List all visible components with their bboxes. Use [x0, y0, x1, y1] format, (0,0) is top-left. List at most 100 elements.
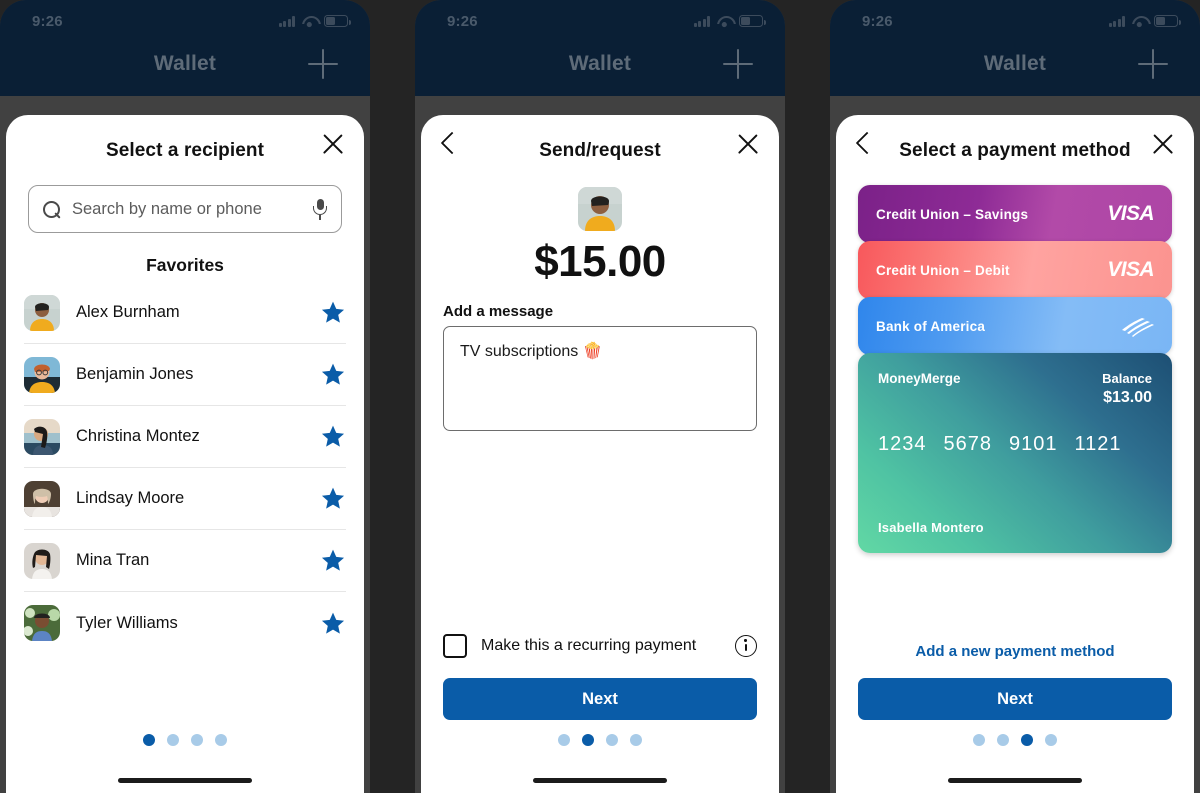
list-item-label: Mina Tran [76, 551, 150, 569]
payment-card-moneymerge-selected[interactable]: MoneyMerge Balance $13.00 1234 5678 9101… [858, 353, 1172, 553]
visa-logo: VISA [1107, 258, 1154, 281]
list-item[interactable]: Mina Tran [24, 530, 346, 592]
favorite-star-icon[interactable] [320, 362, 346, 387]
close-icon[interactable] [320, 131, 346, 157]
avatar [24, 480, 60, 517]
pager-dot[interactable] [167, 734, 179, 746]
status-bar-1: 9:26 Wallet [0, 0, 370, 96]
card-number-group: 1234 [878, 433, 927, 455]
list-item[interactable]: Tyler Williams [24, 592, 346, 654]
status-time: 9:26 [447, 12, 478, 30]
plus-icon[interactable] [723, 49, 753, 79]
card-brand-name: MoneyMerge [878, 371, 961, 386]
home-indicator [948, 778, 1082, 783]
plus-icon[interactable] [1138, 49, 1168, 79]
pager-dot[interactable] [558, 734, 570, 746]
cellular-bars-icon [278, 15, 295, 27]
avatar [24, 605, 60, 641]
app-title: Wallet [568, 52, 632, 75]
sheet-header-3: Select a payment method [836, 115, 1194, 173]
pager-dot[interactable] [997, 734, 1009, 746]
avatar [24, 418, 60, 455]
sheet-footer-3: Add a new payment method Next [836, 621, 1194, 793]
battery-icon [324, 15, 351, 27]
status-bar-3: 9:26 Wallet [830, 0, 1200, 96]
app-navbar-1: Wallet [22, 38, 348, 90]
status-icons [1108, 15, 1181, 27]
avatar [24, 542, 60, 579]
close-icon[interactable] [735, 131, 761, 157]
app-title: Wallet [153, 52, 217, 75]
page-title: Select a recipient [105, 140, 265, 161]
wifi-icon [717, 16, 732, 27]
search-input[interactable]: Search by name or phone [28, 185, 342, 233]
status-bar-2: 9:26 Wallet [415, 0, 785, 96]
microphone-icon[interactable] [313, 198, 327, 220]
pager-dot[interactable] [630, 734, 642, 746]
amount-value: $15.00 [534, 237, 666, 286]
phone-mockup-3: 9:26 Wallet Select a payment method Cred… [830, 0, 1200, 793]
list-item[interactable]: Benjamin Jones [24, 344, 346, 406]
pager-dot[interactable] [1045, 734, 1057, 746]
list-item[interactable]: Lindsay Moore [24, 468, 346, 530]
next-button[interactable]: Next [443, 678, 757, 720]
pager-dots-1 [6, 720, 364, 746]
card-number: 1234 5678 9101 1121 [878, 433, 1152, 456]
recurring-checkbox[interactable] [443, 634, 467, 658]
list-item[interactable]: Christina Montez [24, 406, 346, 468]
favorite-star-icon[interactable] [320, 300, 346, 325]
payment-cards-list: Credit Union – Savings VISA Credit Union… [836, 173, 1194, 553]
search-icon [43, 200, 60, 218]
pager-dot[interactable] [191, 734, 203, 746]
phone-mockup-1: 9:26 Wallet Select a recipient Search by… [0, 0, 370, 793]
pager-dots-3 [836, 720, 1194, 746]
battery-icon [1154, 15, 1181, 27]
add-payment-method-link[interactable]: Add a new payment method [836, 621, 1194, 678]
cellular-bars-icon [1108, 15, 1125, 27]
favorite-star-icon[interactable] [320, 486, 346, 511]
sheet-footer-1 [6, 720, 364, 793]
home-indicator [533, 778, 667, 783]
card-top-row: MoneyMerge Balance $13.00 [878, 371, 1152, 407]
card-name: Credit Union – Debit [876, 262, 1010, 278]
payment-card-bank-of-america[interactable]: Bank of America [858, 297, 1172, 355]
favorites-list: Alex Burnham Benjamin Jones Christina Mo… [6, 282, 364, 654]
avatar [24, 356, 60, 393]
favorite-star-icon[interactable] [320, 548, 346, 573]
pager-dot[interactable] [606, 734, 618, 746]
pager-dot[interactable] [973, 734, 985, 746]
payment-card-credit-union-debit[interactable]: Credit Union – Debit VISA [858, 241, 1172, 299]
info-icon[interactable] [735, 635, 757, 657]
list-item-label: Tyler Williams [76, 613, 178, 632]
avatar [24, 294, 60, 331]
next-button[interactable]: Next [858, 678, 1172, 720]
screenshot-stage: 9:26 Wallet Select a recipient Search by… [0, 0, 1200, 793]
close-icon[interactable] [1150, 131, 1176, 157]
card-number-group: 5678 [943, 433, 992, 455]
cellular-bars-icon [693, 15, 710, 27]
phone-mockup-2: 9:26 Wallet Send/request $15.00 Add a me… [415, 0, 785, 793]
payment-card-credit-union-savings[interactable]: Credit Union – Savings VISA [858, 185, 1172, 243]
pager-dot[interactable] [1021, 734, 1033, 746]
pager-dot[interactable] [143, 734, 155, 746]
wifi-icon [1132, 16, 1147, 27]
pager-dot[interactable] [582, 734, 594, 746]
recurring-payment-row[interactable]: Make this a recurring payment [421, 634, 779, 658]
message-input[interactable]: TV subscriptions 🍿 [443, 326, 757, 431]
send-request-sheet: Send/request $15.00 Add a message TV sub… [421, 115, 779, 793]
status-icons [278, 15, 351, 27]
list-item[interactable]: Alex Burnham [24, 282, 346, 344]
app-navbar-3: Wallet [852, 38, 1178, 90]
chevron-left-icon[interactable] [441, 131, 456, 157]
favorites-heading: Favorites [146, 255, 224, 275]
favorite-star-icon[interactable] [320, 611, 346, 636]
card-holder-name: Isabella Montero [878, 520, 984, 535]
recipient-sheet: Select a recipient Search by name or pho… [6, 115, 364, 793]
favorite-star-icon[interactable] [320, 424, 346, 449]
pager-dot[interactable] [215, 734, 227, 746]
chevron-left-icon[interactable] [856, 131, 871, 157]
card-name: Credit Union – Savings [876, 206, 1029, 222]
plus-icon[interactable] [308, 49, 338, 79]
pager-dots-2 [421, 720, 779, 746]
search-placeholder: Search by name or phone [72, 199, 262, 218]
